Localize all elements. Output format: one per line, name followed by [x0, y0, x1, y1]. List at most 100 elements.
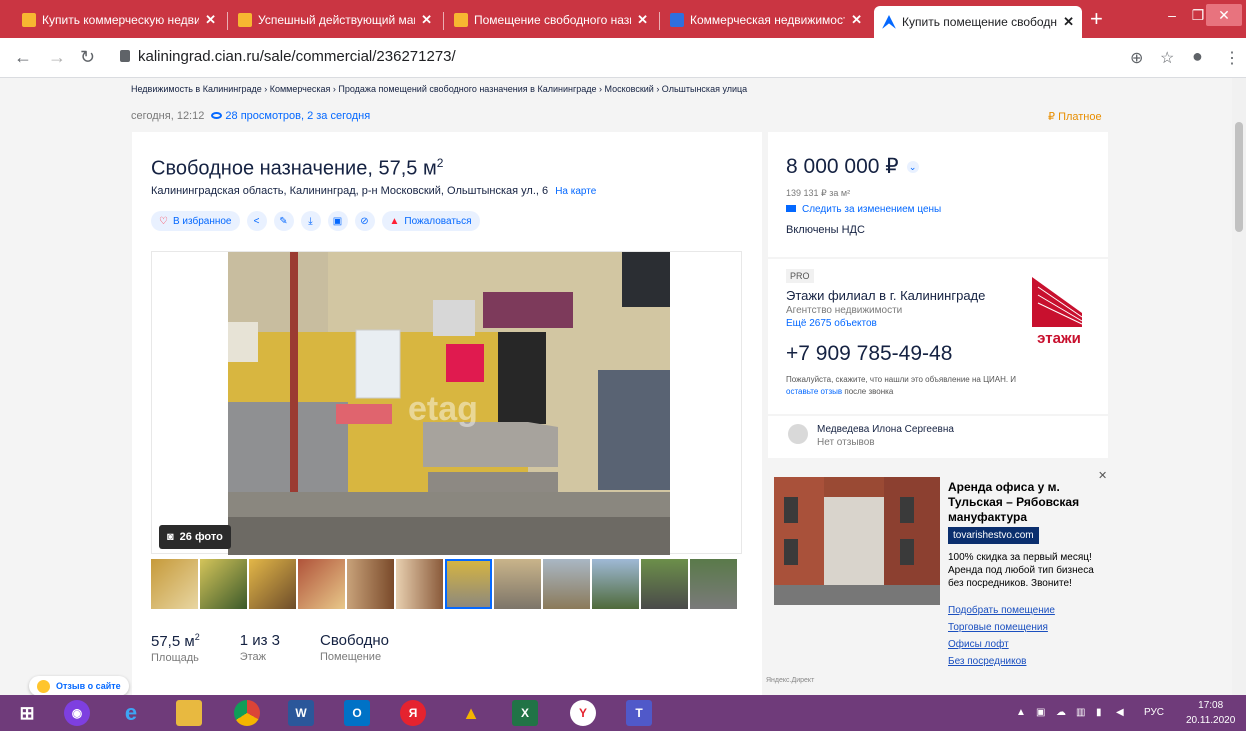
tab-4[interactable]: Коммерческая недвижимость ✕: [662, 6, 870, 34]
back-arrow-icon[interactable]: ←: [14, 47, 32, 68]
network-icon[interactable]: ▥: [1076, 707, 1085, 718]
smile-icon: [37, 679, 50, 693]
ad-link[interactable]: Без посредников: [948, 653, 1055, 670]
close-tab-icon[interactable]: ✕: [421, 12, 432, 28]
close-tab-icon[interactable]: ✕: [1063, 14, 1074, 30]
agent-phone[interactable]: +7 909 785-49-48: [786, 342, 952, 366]
thumbnail[interactable]: [396, 559, 443, 609]
thumbnail[interactable]: [592, 559, 639, 609]
page-title: Свободное назначение, 57,5 м2: [151, 156, 444, 180]
thumbnail[interactable]: [641, 559, 688, 609]
call-note: Пожалуйста, скажите, что нашли это объяв…: [786, 375, 1017, 396]
tab-1[interactable]: Купить коммерческую недвиж ✕: [14, 6, 224, 34]
listing-actions: ♡ В избранное < ✎ ⤓ ▣ ⊘ ▲ Пожаловаться: [151, 211, 480, 231]
yandex-browser-icon[interactable]: Y: [570, 700, 596, 726]
note-button[interactable]: ✎: [273, 211, 294, 231]
lock-icon: [120, 50, 130, 62]
cian-favicon-icon: [238, 13, 252, 27]
scrollbar[interactable]: [1232, 78, 1246, 695]
clock[interactable]: 17:08 20.11.2020: [1186, 698, 1235, 728]
chrome-icon[interactable]: [234, 700, 260, 726]
listing-card: Свободное назначение, 57,5 м2 Калинингра…: [132, 132, 762, 695]
menu-dots-icon[interactable]: ⋮: [1224, 48, 1240, 68]
new-tab-plus-icon[interactable]: +: [1090, 8, 1103, 30]
close-tab-icon[interactable]: ✕: [637, 12, 648, 28]
ad-title[interactable]: Аренда офиса у м. Тульская – Рябовская м…: [948, 480, 1098, 525]
svg-text:этажи: этажи: [1037, 330, 1081, 345]
thumbnail-active[interactable]: [445, 559, 492, 609]
map-link[interactable]: На карте: [555, 186, 596, 197]
report-button[interactable]: ▲ Пожаловаться: [381, 211, 480, 231]
yandex-icon[interactable]: Я: [400, 700, 426, 726]
envelope-icon: [786, 205, 796, 212]
main-photo-gallery[interactable]: etag ◙ 26 фото: [151, 251, 742, 555]
forward-arrow-icon[interactable]: →: [48, 47, 66, 68]
tab-3[interactable]: Помещение свободного назна ✕: [446, 6, 656, 34]
breadcrumb[interactable]: Недвижимость в Калининграде › Коммерческ…: [131, 84, 747, 94]
favorite-button[interactable]: ♡ В избранное: [151, 211, 240, 231]
bookmark-star-icon[interactable]: ☆: [1160, 48, 1174, 68]
windows-start-icon[interactable]: ⊞: [14, 700, 40, 726]
window-close-icon[interactable]: ✕: [1206, 4, 1242, 26]
feedback-button[interactable]: Отзыв о сайте: [29, 676, 129, 695]
address-bar[interactable]: kaliningrad.cian.ru/sale/commercial/2362…: [120, 48, 456, 65]
review-link[interactable]: оставьте отзыв: [786, 387, 842, 396]
reload-icon[interactable]: ↻: [80, 47, 95, 68]
chart-app-icon[interactable]: ▲: [458, 700, 484, 726]
chevron-down-icon[interactable]: ⌄: [906, 161, 919, 173]
taskbar: ⊞ ◉ e W O Я ▲ X Y T ▲ ▣ ☁ ▥ ▮ ◀ РУС 17:0…: [0, 695, 1246, 731]
ad-domain[interactable]: tovarishestvo.com: [948, 527, 1039, 544]
share-button[interactable]: <: [246, 211, 267, 231]
photo-count-badge[interactable]: ◙ 26 фото: [159, 525, 231, 549]
ad-link[interactable]: Подобрать помещение: [948, 602, 1055, 619]
tab-2[interactable]: Успешный действующий мага ✕: [230, 6, 440, 34]
price-per-m2: 139 131 ₽ за м²: [786, 188, 851, 198]
alice-icon[interactable]: ◉: [64, 700, 90, 726]
heart-icon: ♡: [159, 215, 168, 227]
excel-icon[interactable]: X: [512, 700, 538, 726]
close-tab-icon[interactable]: ✕: [205, 12, 216, 28]
tab-5-active[interactable]: Купить помещение свободно ✕: [874, 6, 1082, 38]
scrollbar-thumb[interactable]: [1235, 122, 1243, 232]
main-photo[interactable]: etag: [228, 252, 670, 555]
follow-price-link[interactable]: Следить за изменением цены: [786, 204, 941, 215]
realtor-card[interactable]: Медведева Илона Сергеевна Нет отзывов: [768, 416, 1108, 458]
thumbnail[interactable]: [347, 559, 394, 609]
ad-link[interactable]: Торговые помещения: [948, 619, 1055, 636]
thumbnail[interactable]: [249, 559, 296, 609]
volume-icon[interactable]: ◀: [1116, 707, 1124, 718]
agent-objects-link[interactable]: Ещё 2675 объектов: [786, 318, 877, 329]
thumbnail[interactable]: [151, 559, 198, 609]
file-explorer-icon[interactable]: [176, 700, 202, 726]
print-icon: ▣: [332, 215, 343, 227]
ad-image[interactable]: [774, 477, 940, 605]
agent-name[interactable]: Этажи филиал в г. Калининграде: [786, 288, 985, 303]
thumbnail[interactable]: [200, 559, 247, 609]
thumbnail[interactable]: [690, 559, 737, 609]
language-indicator[interactable]: РУС: [1144, 707, 1164, 718]
word-icon[interactable]: W: [288, 700, 314, 726]
thumbnail[interactable]: [543, 559, 590, 609]
tray-app-icon[interactable]: ▣: [1036, 707, 1045, 718]
ad-link[interactable]: Офисы лофт: [948, 636, 1055, 653]
hide-button[interactable]: ⊘: [354, 211, 375, 231]
close-icon[interactable]: ✕: [1098, 469, 1107, 482]
etazhi-logo: этажи: [1032, 277, 1083, 345]
print-button[interactable]: ▣: [327, 211, 348, 231]
camera-icon: ◙: [167, 531, 174, 543]
tray-arrow-icon[interactable]: ▲: [1016, 707, 1026, 718]
outlook-icon[interactable]: O: [344, 700, 370, 726]
svg-text:etag: etag: [408, 390, 478, 428]
download-button[interactable]: ⤓: [300, 211, 321, 231]
ie-icon[interactable]: e: [118, 700, 144, 726]
views-link[interactable]: 28 просмотров, 2 за сегодня: [225, 110, 370, 122]
close-tab-icon[interactable]: ✕: [851, 12, 862, 28]
signal-icon[interactable]: ▮: [1096, 707, 1102, 718]
cloud-icon[interactable]: ☁: [1056, 707, 1066, 718]
zoom-icon[interactable]: ⊕: [1130, 48, 1143, 68]
profile-icon[interactable]: ●: [1192, 46, 1203, 67]
thumbnail[interactable]: [298, 559, 345, 609]
thumbnail[interactable]: [494, 559, 541, 609]
teams-icon[interactable]: T: [626, 700, 652, 726]
vat-info: Включены НДС: [786, 224, 865, 236]
